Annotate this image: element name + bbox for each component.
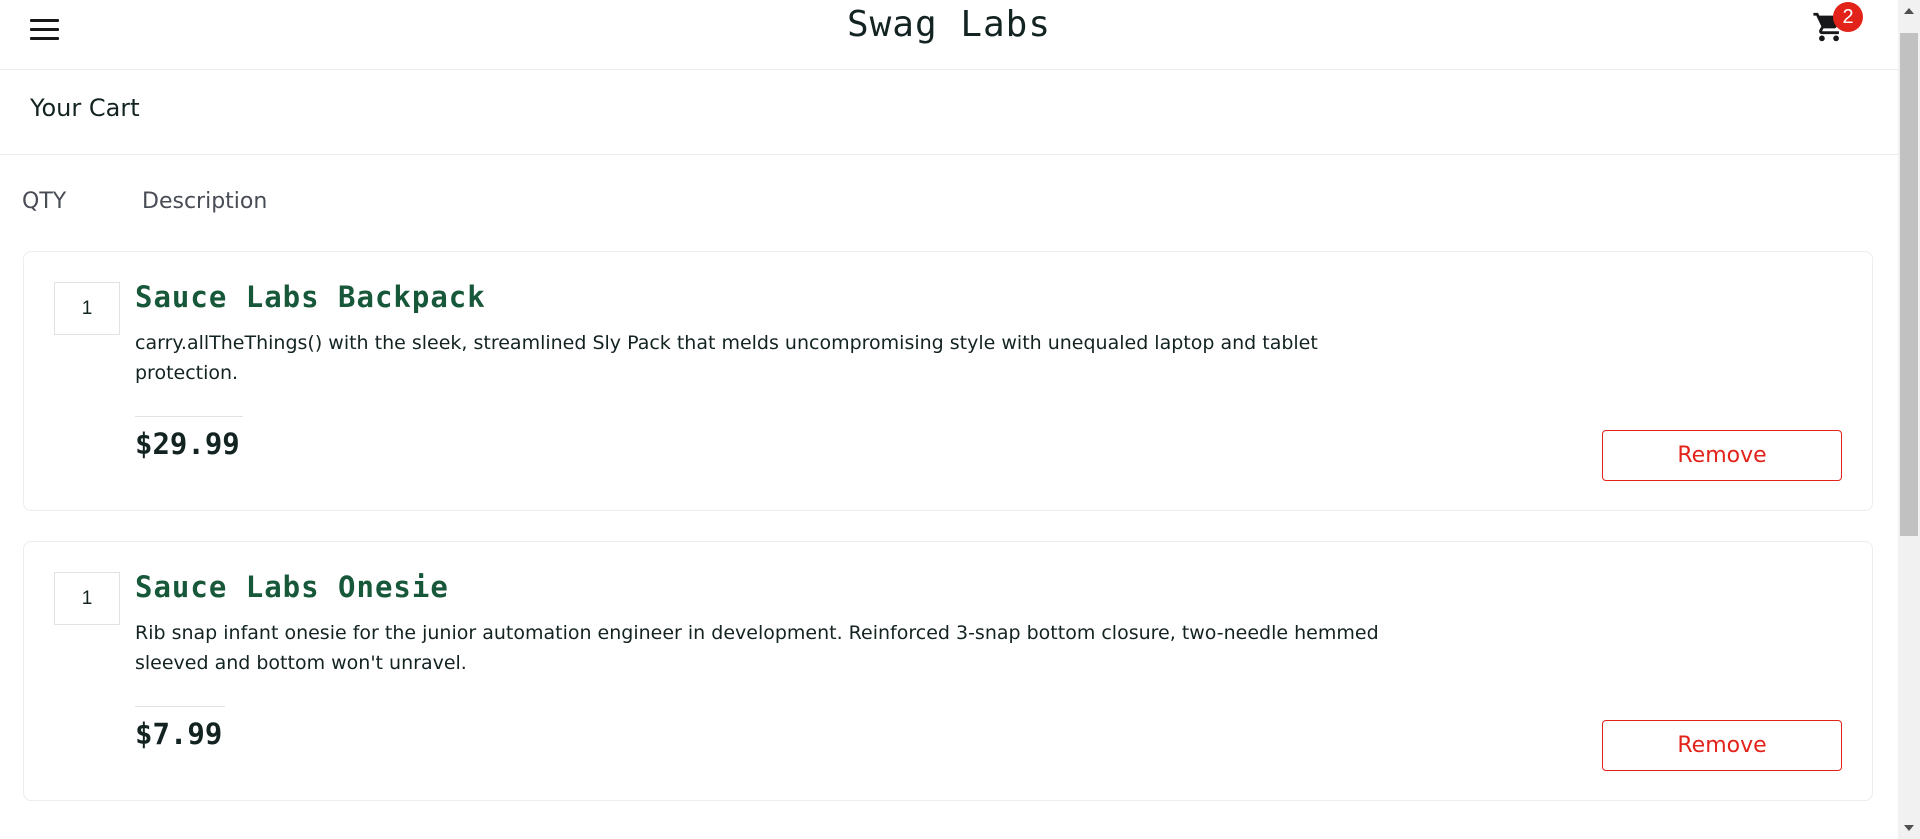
app-root: Swag Labs 2 Your Cart QTY Description 1 … (0, 0, 1898, 839)
price-divider (135, 706, 225, 707)
cart-item: 1 Sauce Labs Onesie Rib snap infant ones… (23, 541, 1873, 801)
cart-item: 1 Sauce Labs Backpack carry.allTheThings… (23, 251, 1873, 511)
shopping-cart-link[interactable]: 2 (1808, 2, 1868, 50)
scrollbar-thumb[interactable] (1900, 33, 1918, 536)
item-description: Rib snap infant onesie for the junior au… (135, 622, 1379, 674)
item-quantity: 1 (54, 282, 120, 335)
secondary-header: Your Cart (0, 70, 1898, 155)
qty-column-label: QTY (22, 189, 67, 214)
item-quantity: 1 (54, 572, 120, 625)
item-name-link[interactable]: Sauce Labs Backpack (135, 280, 486, 314)
vertical-scrollbar[interactable] (1898, 0, 1920, 839)
scroll-up-arrow-icon[interactable] (1898, 0, 1920, 22)
description-column-label: Description (142, 189, 268, 214)
cart-badge: 2 (1833, 2, 1863, 32)
price-divider (135, 416, 243, 417)
scroll-down-arrow-icon[interactable] (1898, 817, 1920, 839)
page-title: Your Cart (30, 94, 140, 122)
remove-button[interactable]: Remove (1602, 720, 1842, 771)
item-price: $29.99 (135, 427, 240, 461)
app-logo: Swag Labs (846, 4, 1052, 45)
item-description: carry.allTheThings() with the sleek, str… (135, 332, 1318, 384)
primary-header: Swag Labs 2 (0, 0, 1898, 70)
item-name-link[interactable]: Sauce Labs Onesie (135, 570, 449, 604)
remove-button[interactable]: Remove (1602, 430, 1842, 481)
item-price: $7.99 (135, 717, 223, 751)
